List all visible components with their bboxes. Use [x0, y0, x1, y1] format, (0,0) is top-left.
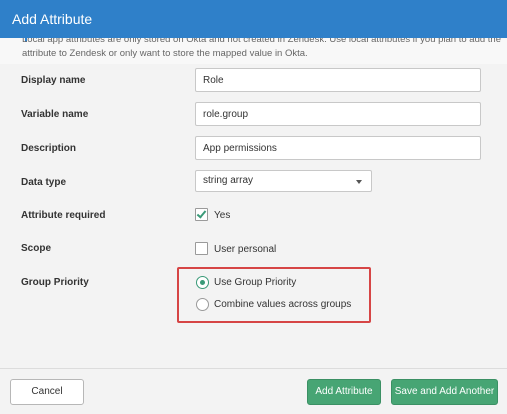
scope-option: User personal	[214, 244, 277, 255]
dialog-title: Add Attribute	[0, 0, 507, 38]
combine-values-label: Combine values across groups	[214, 299, 352, 310]
data-type-label: Data type	[21, 177, 67, 188]
cancel-button[interactable]: Cancel	[10, 379, 84, 405]
attribute-required-label: Attribute required	[21, 210, 106, 221]
attribute-form: Display name Variable name Description D…	[0, 64, 507, 368]
highlight-box	[177, 267, 371, 323]
data-type-value: string array	[203, 175, 254, 186]
use-group-priority-label: Use Group Priority	[214, 277, 297, 288]
attribute-required-option: Yes	[214, 210, 231, 221]
notice-text: Local app attributes are only stored on …	[22, 38, 501, 59]
variable-name-input[interactable]	[195, 102, 481, 126]
chevron-down-icon	[356, 180, 362, 184]
attribute-required-checkbox[interactable]	[195, 208, 208, 221]
save-and-add-another-button[interactable]: Save and Add Another	[391, 379, 498, 405]
checkmark-icon	[196, 208, 207, 219]
combine-values-radio[interactable]	[196, 298, 209, 311]
scope-checkbox[interactable]	[195, 242, 208, 255]
group-priority-label: Group Priority	[21, 277, 89, 288]
description-label: Description	[21, 143, 77, 154]
add-attribute-button[interactable]: Add Attribute	[307, 379, 381, 405]
info-notice: Local app attributes are only stored on …	[0, 38, 507, 64]
variable-name-label: Variable name	[21, 109, 89, 120]
dialog-footer: Cancel Add Attribute Save and Add Anothe…	[0, 368, 507, 414]
use-group-priority-radio[interactable]	[196, 276, 209, 289]
display-name-input[interactable]	[195, 68, 481, 92]
scope-label: Scope	[21, 243, 52, 254]
display-name-label: Display name	[21, 75, 86, 86]
radio-selected-dot	[200, 280, 205, 285]
data-type-select[interactable]: string array	[195, 170, 372, 192]
description-input[interactable]	[195, 136, 481, 160]
